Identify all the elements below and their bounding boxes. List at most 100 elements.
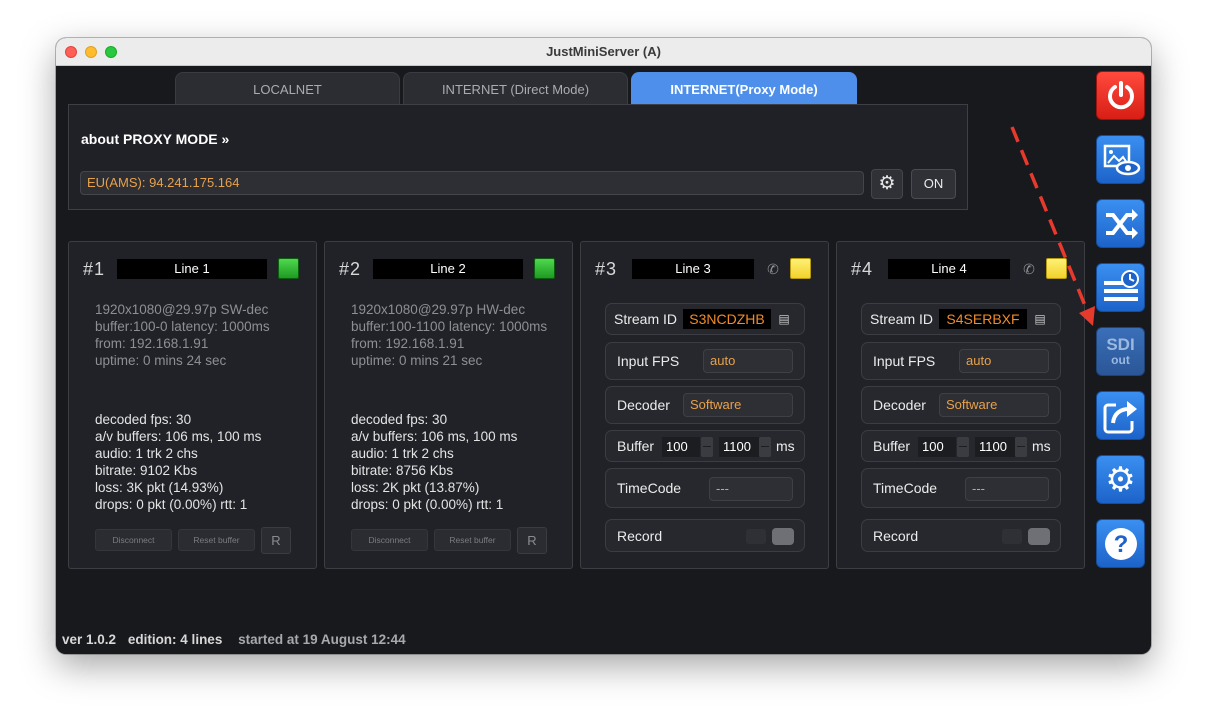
timecode-field[interactable]: --- xyxy=(965,477,1049,501)
phone-icon[interactable]: ✆ xyxy=(764,260,782,278)
stat-line: bitrate: 9102 Kbs xyxy=(95,463,198,478)
timecode-row: TimeCode --- xyxy=(605,468,805,508)
line-name-field[interactable]: Line 1 xyxy=(117,259,267,279)
sdi-label: SDI xyxy=(1106,335,1135,354)
sdi-out-label: out xyxy=(1111,353,1130,367)
line-panel-3: #3 Line 3 ✆ Stream ID S3NCDZHB ▤ Input F… xyxy=(580,241,829,569)
started-text: started at 19 August 12:44 xyxy=(238,632,406,647)
proxy-settings-button[interactable]: ⚙ xyxy=(871,169,903,199)
status-indicator xyxy=(790,258,811,279)
stream-id-value: S4SERBXF xyxy=(939,309,1027,329)
line-panel-4: #4 Line 4 ✆ Stream ID S4SERBXF ▤ Input F… xyxy=(836,241,1085,569)
stat-line: audio: 1 trk 2 chs xyxy=(95,446,198,461)
stream-info: 1920x1080@29.97p HW-dec buffer:100-1100 … xyxy=(351,301,563,369)
buffer-max-stepper[interactable] xyxy=(1015,437,1027,457)
r-button[interactable]: R xyxy=(261,527,291,554)
disconnect-button[interactable]: Disconnect xyxy=(95,529,172,551)
info-line: uptime: 0 mins 24 sec xyxy=(95,353,227,368)
stream-stats: decoded fps: 30 a/v buffers: 106 ms, 100… xyxy=(351,411,566,513)
buffer-unit: ms xyxy=(776,438,795,454)
info-line: from: 192.168.1.91 xyxy=(351,336,465,351)
reset-buffer-button[interactable]: Reset buffer xyxy=(434,529,511,551)
line-name-field[interactable]: Line 3 xyxy=(632,259,754,279)
tab-internet-direct[interactable]: INTERNET (Direct Mode) xyxy=(403,72,628,104)
help-button[interactable]: ? xyxy=(1096,519,1145,568)
record-toggle[interactable] xyxy=(1028,528,1050,545)
schedule-icon xyxy=(1103,269,1139,301)
info-line: buffer:100-1100 latency: 1000ms xyxy=(351,319,548,334)
timecode-label: TimeCode xyxy=(617,480,682,496)
record-toggle-track[interactable] xyxy=(746,529,766,544)
status-indicator xyxy=(1046,258,1067,279)
stream-stats: decoded fps: 30 a/v buffers: 106 ms, 100… xyxy=(95,411,310,513)
phone-icon[interactable]: ✆ xyxy=(1020,260,1038,278)
image-preview-icon xyxy=(1103,144,1140,175)
timecode-field[interactable]: --- xyxy=(709,477,793,501)
input-fps-select[interactable]: auto xyxy=(703,349,793,373)
export-button[interactable] xyxy=(1096,391,1145,440)
preview-button[interactable] xyxy=(1096,135,1145,184)
proxy-server-select[interactable]: EU(AMS): 94.241.175.164 xyxy=(80,171,864,195)
decoder-select[interactable]: Software xyxy=(683,393,793,417)
stream-id-label: Stream ID xyxy=(614,311,678,327)
stream-id-value: S3NCDZHB xyxy=(683,309,771,329)
r-button[interactable]: R xyxy=(517,527,547,554)
buffer-min-field[interactable]: 100 xyxy=(662,437,700,457)
buffer-max-stepper[interactable] xyxy=(759,437,771,457)
copy-document-icon[interactable]: ▤ xyxy=(776,310,792,328)
line-number: #1 xyxy=(83,259,106,279)
schedule-button[interactable] xyxy=(1096,263,1145,312)
routing-button[interactable] xyxy=(1096,199,1145,248)
info-line: from: 192.168.1.91 xyxy=(95,336,209,351)
buffer-unit: ms xyxy=(1032,438,1051,454)
stream-info: 1920x1080@29.97p SW-dec buffer:100-0 lat… xyxy=(95,301,307,369)
line-name-field[interactable]: Line 4 xyxy=(888,259,1010,279)
info-line: 1920x1080@29.97p HW-dec xyxy=(351,302,526,317)
timecode-row: TimeCode --- xyxy=(861,468,1061,508)
line-name-field[interactable]: Line 2 xyxy=(373,259,523,279)
buffer-min-field[interactable]: 100 xyxy=(918,437,956,457)
disconnect-button[interactable]: Disconnect xyxy=(351,529,428,551)
buffer-min-stepper[interactable] xyxy=(957,437,969,457)
proxy-on-button[interactable]: ON xyxy=(911,169,956,199)
power-button[interactable] xyxy=(1096,71,1145,120)
stream-id-row: Stream ID S4SERBXF ▤ xyxy=(861,303,1061,335)
stat-line: decoded fps: 30 xyxy=(95,412,192,427)
line-number: #2 xyxy=(339,259,362,279)
share-icon xyxy=(1103,400,1137,433)
record-toggle-track[interactable] xyxy=(1002,529,1022,544)
reset-buffer-button[interactable]: Reset buffer xyxy=(178,529,255,551)
buffer-max-field[interactable]: 1100 xyxy=(975,437,1015,457)
record-row: Record xyxy=(861,519,1061,552)
title-bar: JustMiniServer (A) xyxy=(56,38,1151,66)
input-fps-label: Input FPS xyxy=(617,353,680,369)
main-content: LOCALNET INTERNET (Direct Mode) INTERNET… xyxy=(56,66,1151,654)
tab-internet-proxy[interactable]: INTERNET(Proxy Mode) xyxy=(631,72,857,104)
power-icon xyxy=(1107,80,1134,109)
buffer-min-stepper[interactable] xyxy=(701,437,713,457)
buffer-row: Buffer 100 1100 ms xyxy=(605,430,805,462)
sdi-out-button[interactable]: SDI out xyxy=(1096,327,1145,376)
copy-document-icon[interactable]: ▤ xyxy=(1032,310,1048,328)
decoder-select[interactable]: Software xyxy=(939,393,1049,417)
line-number: #3 xyxy=(595,259,618,279)
stat-line: audio: 1 trk 2 chs xyxy=(351,446,454,461)
settings-button[interactable]: ⚙ xyxy=(1096,455,1145,504)
record-toggle[interactable] xyxy=(772,528,794,545)
line-panel-1: #1 Line 1 1920x1080@29.97p SW-dec buffer… xyxy=(68,241,317,569)
edition-text: edition: 4 lines xyxy=(127,632,223,647)
input-fps-label: Input FPS xyxy=(873,353,936,369)
buffer-max-field[interactable]: 1100 xyxy=(719,437,759,457)
input-fps-select[interactable]: auto xyxy=(959,349,1049,373)
window-title: JustMiniServer (A) xyxy=(546,44,661,59)
help-icon: ? xyxy=(1104,527,1137,560)
decoder-row: Decoder Software xyxy=(605,386,805,424)
record-row: Record xyxy=(605,519,805,552)
tab-localnet[interactable]: LOCALNET xyxy=(175,72,400,104)
status-indicator xyxy=(278,258,299,279)
about-proxy-link[interactable]: about PROXY MODE » xyxy=(81,131,229,147)
gear-icon: ⚙ xyxy=(878,173,896,194)
stream-id-row: Stream ID S3NCDZHB ▤ xyxy=(605,303,805,335)
app-window: JustMiniServer (A) LOCALNET INTERNET (Di… xyxy=(56,38,1151,654)
input-fps-row: Input FPS auto xyxy=(861,342,1061,380)
